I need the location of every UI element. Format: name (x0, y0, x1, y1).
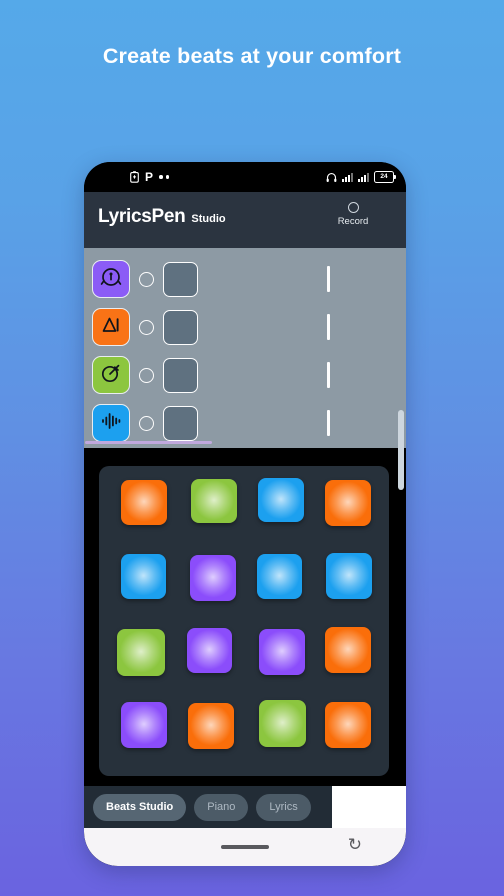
drum-pad[interactable] (325, 702, 371, 748)
track-instrument-button[interactable] (92, 308, 130, 346)
track-arm-radio[interactable] (139, 271, 154, 287)
waveform-icon (99, 409, 123, 438)
drum-pad[interactable] (258, 478, 304, 522)
drum-pad-glow (325, 627, 371, 673)
drum-pad-glow (326, 553, 372, 599)
track-instrument-button[interactable] (92, 356, 130, 394)
track-playhead-marker (327, 410, 330, 436)
drum-pad-glow (258, 478, 304, 522)
drum-pad-glow (325, 480, 371, 526)
page-title: Create beats at your comfort (102, 44, 402, 68)
drum-pad-glow (188, 703, 234, 749)
track-playhead-marker (327, 362, 330, 388)
bottom-tab-bar: Beats Studio Piano Lyrics (84, 786, 332, 828)
drum-pad[interactable] (121, 702, 167, 748)
drum-pad[interactable] (325, 627, 371, 673)
signal-bars-icon (342, 172, 353, 182)
record-circle-icon (347, 202, 359, 213)
record-label: Record (337, 216, 369, 227)
system-nav-bar: ↻ (84, 828, 406, 866)
vertical-scrollbar[interactable] (398, 410, 404, 490)
drum-pad-glow (257, 554, 302, 599)
drum-pad-glow (121, 554, 166, 599)
battery-icon: 24 (374, 170, 397, 184)
drum-pad-glow (121, 702, 167, 748)
track-playhead-marker (327, 314, 330, 340)
drum-pad[interactable] (117, 629, 165, 676)
drum-pad-glow (191, 479, 237, 523)
drum-pad-glow (117, 629, 165, 676)
drum-pad[interactable] (259, 700, 306, 747)
drum-pad[interactable] (190, 555, 236, 601)
track-clip-slot[interactable] (163, 357, 198, 393)
triangle-percussion-icon (99, 313, 123, 342)
status-bar: P 24 (84, 162, 406, 192)
home-gesture-bar[interactable] (221, 845, 269, 849)
drum-pad[interactable] (191, 479, 237, 523)
battery-saver-icon (130, 171, 139, 183)
app-header: LyricsPen Studio Record (84, 192, 406, 248)
track-row[interactable] (92, 404, 198, 442)
tracks-panel (84, 248, 406, 448)
battery-level: 24 (380, 172, 388, 180)
brand-primary: LyricsPen (98, 206, 186, 227)
hi-hat-cymbal-icon (99, 361, 123, 390)
drum-pad[interactable] (257, 554, 302, 599)
drum-pad-glow (259, 700, 306, 747)
headphones-icon (326, 172, 337, 183)
track-clip-slot[interactable] (163, 405, 198, 441)
drum-pad[interactable] (188, 703, 234, 749)
tab-bar-filler (332, 786, 406, 828)
track-row[interactable] (92, 260, 198, 298)
tab-beats-studio[interactable]: Beats Studio (93, 793, 187, 821)
track-instrument-button[interactable] (92, 404, 130, 442)
drum-pad-grid (99, 466, 389, 776)
timeline-progress-bar[interactable] (85, 441, 212, 444)
back-icon[interactable]: ↻ (348, 836, 362, 853)
signal-bars-icon (358, 172, 369, 182)
drum-pad-glow (259, 629, 305, 675)
phone-mockup: P 24 LyricsPen Studio Record Beats Studi… (84, 162, 406, 866)
drum-pad[interactable] (325, 480, 371, 526)
track-arm-radio[interactable] (139, 319, 154, 335)
drum-pad-glow (187, 628, 232, 673)
drum-pad[interactable] (326, 553, 372, 599)
track-clip-slot[interactable] (163, 261, 198, 297)
drum-pad-glow (190, 555, 236, 601)
app-brand: LyricsPen Studio (98, 206, 226, 228)
track-row[interactable] (92, 308, 198, 346)
drum-pad[interactable] (187, 628, 232, 673)
track-clip-slot[interactable] (163, 309, 198, 345)
record-button[interactable]: Record (330, 202, 376, 227)
track-playhead-marker (327, 266, 330, 292)
track-arm-radio[interactable] (139, 367, 154, 383)
kick-drum-icon (99, 265, 123, 294)
track-row[interactable] (92, 356, 198, 394)
drum-pad[interactable] (121, 554, 166, 599)
more-dots-icon (159, 175, 170, 179)
brand-secondary: Studio (191, 213, 226, 225)
track-arm-radio[interactable] (139, 415, 154, 431)
drum-pad[interactable] (121, 480, 167, 525)
track-instrument-button[interactable] (92, 260, 130, 298)
parking-p-icon: P (145, 170, 154, 184)
tab-lyrics[interactable]: Lyrics (256, 793, 311, 821)
tab-piano[interactable]: Piano (194, 793, 249, 821)
drum-pad-glow (121, 480, 167, 525)
drum-pad[interactable] (259, 629, 305, 675)
drum-pad-glow (325, 702, 371, 748)
